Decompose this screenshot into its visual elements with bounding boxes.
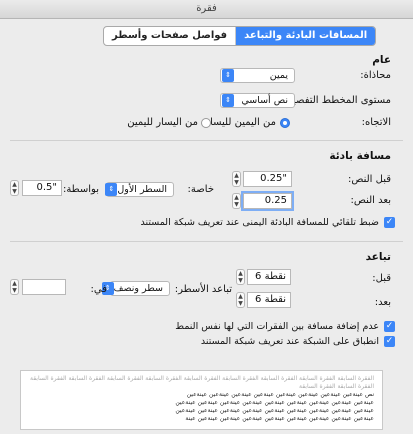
preview-sample-line: عينةعين عينةعين عينةعين عينةعين عينةعين …: [175, 399, 374, 406]
chevron-updown-icon: ⇕: [222, 69, 234, 82]
rtl-radio[interactable]: [280, 118, 290, 128]
direction-label: الاتجاه:: [361, 117, 391, 128]
rtl-option-label[interactable]: من اليمين لليسار: [205, 117, 276, 128]
by-field[interactable]: 0.5": [22, 180, 62, 196]
after-text-field[interactable]: 0.25: [241, 191, 294, 211]
spacing-before-field[interactable]: 6 نقطة: [247, 269, 291, 285]
spacing-before-stepper[interactable]: ▲ ▼: [236, 269, 245, 285]
paragraph-preview: الفقرة السابقة الفقرة السابقة الفقرة الس…: [20, 370, 383, 430]
tab-bar: فواصل صفحات وأسطر المسافات البادئة والتب…: [103, 26, 377, 46]
at-field[interactable]: [22, 279, 66, 295]
line-spacing-select[interactable]: سطر ونصف ⇕: [101, 281, 170, 296]
preview-previous-paragraph: الفقرة السابقة الفقرة السابقة الفقرة الس…: [30, 375, 374, 390]
spacing-after-field[interactable]: 6 نقطة: [247, 292, 291, 308]
after-text-label: بعد النص:: [350, 195, 392, 206]
snap-grid-label: انطباق على الشبكة عند تعريف شبكة المستند: [200, 336, 379, 347]
preview-sample-line: عينةعين عينةعين عينةعين عينةعين عينةعين …: [175, 407, 374, 414]
outline-level-select[interactable]: نص أساسي ⇕: [220, 93, 295, 108]
special-select[interactable]: السطر الأول ⇕: [105, 182, 174, 197]
spacing-after-stepper[interactable]: ▲ ▼: [236, 292, 245, 308]
by-label: بواسطة:: [62, 184, 99, 195]
at-stepper[interactable]: ▲ ▼: [10, 279, 19, 295]
no-space-label: عدم إضافة مسافة بين الفقرات التي لها نفس…: [175, 321, 379, 332]
spacing-before-label: قبل:: [372, 273, 391, 284]
before-text-field[interactable]: 0.25": [243, 171, 292, 187]
special-value: السطر الأول: [117, 184, 167, 195]
special-label: خاصة:: [187, 184, 214, 195]
alignment-label: محاذاة:: [360, 70, 391, 81]
line-spacing-value: سطر ونصف: [113, 283, 163, 294]
after-text-stepper[interactable]: ▲ ▼: [232, 193, 241, 209]
divider: [10, 241, 403, 242]
at-label: في:: [90, 284, 107, 295]
by-stepper[interactable]: ▲ ▼: [10, 180, 19, 196]
preview-sample-line: نص عينةعين عينةعين عينةعين عينةعين عينةع…: [186, 391, 374, 398]
divider: [10, 140, 403, 141]
general-heading: عام: [372, 54, 391, 66]
outline-level-value: نص أساسي: [241, 95, 288, 106]
spacing-after-label: بعد:: [374, 297, 391, 308]
indentation-heading: مسافة بادئة: [329, 150, 391, 162]
ltr-option-label[interactable]: من اليسار لليمين: [127, 117, 198, 128]
spacing-heading: تباعد: [365, 251, 391, 263]
line-spacing-label: تباعد الأسطر:: [174, 284, 232, 295]
before-text-stepper[interactable]: ▲ ▼: [232, 171, 241, 187]
chevron-updown-icon: ⇕: [222, 94, 234, 107]
no-space-checkbox[interactable]: ✓: [384, 321, 395, 332]
auto-adjust-checkbox[interactable]: ✓: [384, 217, 395, 228]
preview-sample-line: عينةعين عينةعين عينةعين عينةعين عينةعين …: [185, 415, 374, 422]
before-text-label: قبل النص:: [347, 174, 391, 185]
window-title: فقرة: [0, 0, 413, 19]
alignment-select[interactable]: يمين ⇕: [220, 68, 295, 83]
auto-adjust-label: ضبط تلقائي للمسافة البادئة اليمنى عند تع…: [140, 217, 380, 228]
ltr-radio[interactable]: [201, 118, 211, 128]
snap-grid-checkbox[interactable]: ✓: [384, 336, 395, 347]
tab-line-page-breaks[interactable]: فواصل صفحات وأسطر: [104, 27, 237, 45]
chevron-updown-icon: ⇕: [105, 183, 118, 196]
alignment-value: يمين: [269, 70, 288, 81]
tab-indents-spacing[interactable]: المسافات البادئة والتباعد: [236, 27, 376, 45]
